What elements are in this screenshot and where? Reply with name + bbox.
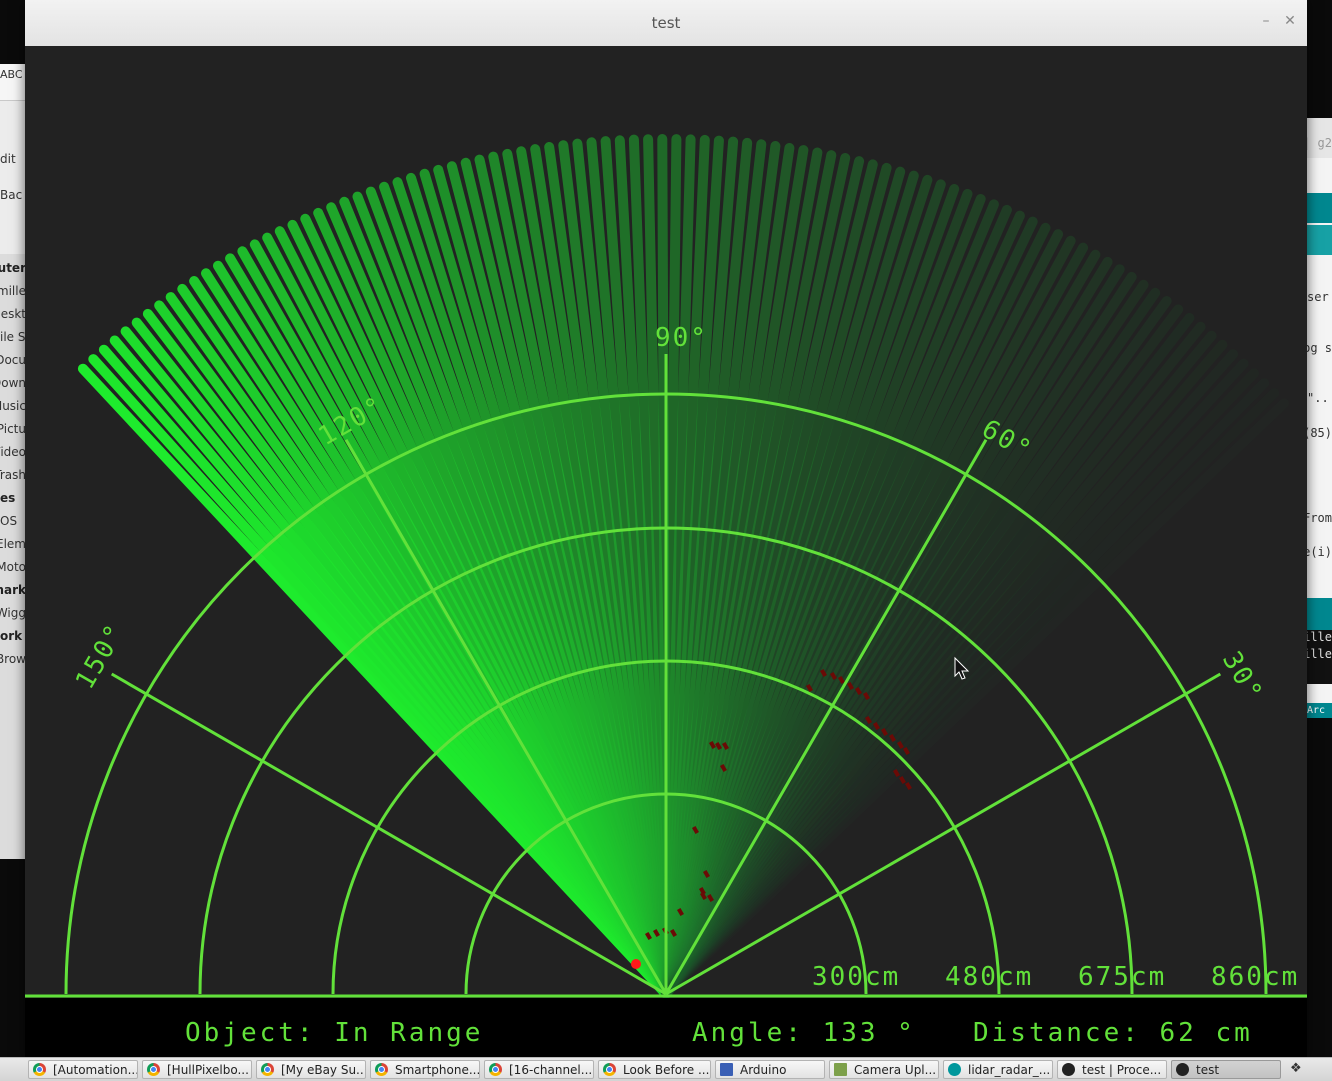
minimize-button[interactable]: – <box>1257 12 1275 30</box>
bg-toolbar <box>1307 193 1332 223</box>
taskbar-item-hullpixelbot[interactable]: [HullPixelbo... <box>142 1060 252 1079</box>
bg-text: Moto <box>0 560 26 574</box>
bg-tabbar: g2 | <box>1307 118 1332 158</box>
taskbar-item-label: Look Before ... <box>623 1063 710 1077</box>
taskbar-item-label: [16-channel... <box>509 1063 593 1077</box>
bg-text: fmille <box>0 284 26 298</box>
bg-text: Wigg <box>0 606 26 620</box>
taskbar-item-ebay[interactable]: [My eBay Su... <box>256 1060 366 1079</box>
chrome-icon <box>261 1063 274 1076</box>
chrome-icon <box>489 1063 502 1076</box>
bg-text: es <box>0 491 16 505</box>
taskbar-item-processing[interactable]: test | Proce... <box>1057 1060 1167 1079</box>
chrome-icon <box>603 1063 616 1076</box>
taskbar-item-label: Arduino <box>740 1063 787 1077</box>
taskbar-item-look-before[interactable]: Look Before ... <box>598 1060 711 1079</box>
bg-text: Bac <box>0 188 23 202</box>
range-label-675: 675cm <box>1078 962 1166 992</box>
arduino-icon <box>948 1063 961 1076</box>
chrome-icon <box>33 1063 46 1076</box>
taskbar-item-16-channel[interactable]: [16-channel... <box>484 1060 594 1079</box>
play-icon <box>1176 1063 1189 1076</box>
bg-toolbar <box>1307 225 1332 255</box>
bg-text: Elem <box>0 537 26 551</box>
angle-status-text: Angle: 133 ° <box>692 1018 916 1048</box>
background-arduino-ide: g2 | ser og s .." (85) From e(i) ille il… <box>1307 118 1332 718</box>
taskbar-item-label: Smartphone... <box>395 1063 480 1077</box>
radar-window: test – ✕ 90° 120° 60° 150° 30° 300cm 480… <box>25 0 1307 1057</box>
bg-text: ille <box>1307 630 1332 644</box>
bg-text: Arc <box>1307 705 1326 716</box>
bg-console: ille ille <box>1307 630 1332 684</box>
taskbar-item-label: [My eBay Su... <box>281 1063 366 1077</box>
bg-text: Pictu <box>0 422 26 436</box>
bg-text: mark <box>0 583 26 597</box>
dropbox-icon[interactable]: ❖ <box>1290 1062 1306 1076</box>
taskbar-item-label: Camera Upl... <box>854 1063 937 1077</box>
chrome-icon <box>147 1063 160 1076</box>
bg-text: ser <box>1307 290 1329 304</box>
object-status-text: Object: In Range <box>185 1018 483 1048</box>
bg-status-bar <box>1307 598 1332 630</box>
window-title: test <box>651 14 681 32</box>
bg-text: uter <box>0 261 26 275</box>
bg-text: ork <box>0 629 23 643</box>
bg-text: Video <box>0 445 26 459</box>
bg-footer: Arc <box>1307 703 1332 718</box>
distance-status-text: Distance: 62 cm <box>973 1018 1253 1048</box>
bg-text: ABC <box>0 68 23 81</box>
current-object-dot <box>631 959 641 969</box>
bg-text: ille <box>1307 647 1332 661</box>
range-label-860: 860cm <box>1211 962 1299 992</box>
taskbar: [Automation... [HullPixelbo... [My eBay … <box>0 1057 1332 1081</box>
bg-text: Brow <box>0 652 26 666</box>
taskbar-item-lidar-radar[interactable]: lidar_radar_... <box>943 1060 1053 1079</box>
taskbar-item-automation[interactable]: [Automation... <box>28 1060 138 1079</box>
bg-text: og s <box>1307 341 1332 355</box>
bg-text: OS <box>0 514 18 528</box>
taskbar-item-arduino-folder[interactable]: Arduino <box>715 1060 825 1079</box>
window-titlebar[interactable]: test – ✕ <box>25 0 1307 47</box>
bg-text: g2 | <box>1307 136 1332 150</box>
document-thumbnail: ABC <box>0 64 26 101</box>
bg-text: Deskt <box>0 307 26 321</box>
taskbar-item-smartphone[interactable]: Smartphone... <box>370 1060 480 1079</box>
taskbar-item-label: [Automation... <box>53 1063 138 1077</box>
bg-text: Music <box>0 399 26 413</box>
taskbar-item-test[interactable]: test <box>1171 1060 1281 1079</box>
radar-display: 90° 120° 60° 150° 30° 300cm 480cm 675cm … <box>25 46 1307 1057</box>
range-label-480: 480cm <box>945 962 1033 992</box>
angle-label-90: 90° <box>655 323 708 353</box>
system-tray: ❖ <box>1282 1059 1332 1080</box>
chrome-icon <box>375 1063 388 1076</box>
bg-text: .." <box>1307 391 1329 405</box>
taskbar-item-camera-uploads[interactable]: Camera Upl... <box>829 1060 939 1079</box>
taskbar-item-label: lidar_radar_... <box>968 1063 1051 1077</box>
radar-canvas: 90° 120° 60° 150° 30° 300cm 480cm 675cm … <box>25 46 1307 1057</box>
taskbar-item-label: [HullPixelbo... <box>167 1063 249 1077</box>
bg-text: e(i) <box>1307 545 1332 559</box>
bg-text: From <box>1307 511 1332 525</box>
taskbar-item-label: test | Proce... <box>1082 1063 1162 1077</box>
bg-text: Trash <box>0 468 26 482</box>
taskbar-item-label: test <box>1196 1063 1220 1077</box>
processing-icon <box>1062 1063 1075 1076</box>
folder-icon <box>834 1063 847 1076</box>
bg-text: Down <box>0 376 26 390</box>
bg-text: Docu <box>0 353 26 367</box>
bg-text: dit <box>0 152 16 166</box>
bg-text: ile S <box>0 330 26 344</box>
places-sidebar <box>0 254 26 859</box>
range-label-300: 300cm <box>812 962 900 992</box>
close-button[interactable]: ✕ <box>1281 12 1299 30</box>
background-file-manager: ABC dit Bac uter fmille Deskt ile S Docu… <box>0 64 27 859</box>
folder-icon <box>720 1063 733 1076</box>
bg-text: (85) <box>1307 426 1332 440</box>
